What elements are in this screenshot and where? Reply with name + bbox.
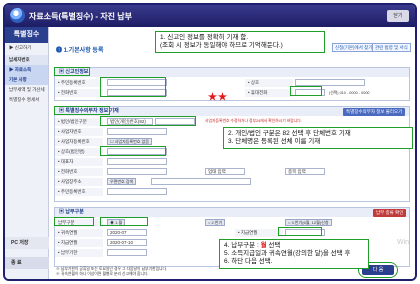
payment-type-badge[interactable]: 납부 종류 확인 xyxy=(373,209,407,217)
agent-ceo-input[interactable] xyxy=(107,158,167,165)
agent-row-phone: • 전화번호 업태 입력 종목 입력 xyxy=(55,168,409,176)
reporter-section-title: ▣ 신고인정보 xyxy=(55,68,409,77)
sidebar-item-basic[interactable]: 기본 사항 xyxy=(5,75,48,85)
agent-regno-label: • 사업자등록번호 xyxy=(55,138,103,146)
payment-note-2: ※ 귀속연월이 하나 이상이면 월별로 분리 신고해야 합니다. xyxy=(56,272,149,276)
reporter-fields-highlight xyxy=(100,77,166,97)
agent-bizno-label: • 사업자번호 xyxy=(55,128,103,136)
agent-name-label: • 상호(법인명) xyxy=(55,148,103,156)
agent-name-highlight xyxy=(100,146,166,156)
payment-paid-date-input[interactable]: 2020-07-10 xyxy=(107,239,147,246)
callout-3-suffix: 선택 xyxy=(266,242,281,249)
agent-phone-label: • 전화번호 xyxy=(55,168,103,176)
close-button[interactable]: 닫기 xyxy=(387,10,409,22)
reporter-mobile-hint: (선택) 010 - 0000 - 0000 xyxy=(329,91,370,95)
reporter-mobile-label: • 휴대전화 xyxy=(245,89,293,97)
agent-business-type-input[interactable]: 업태 입력 xyxy=(205,168,245,175)
pc-save-button[interactable]: PC 저장 xyxy=(5,237,49,249)
law-button[interactable]: 관련 법령 및 서식 xyxy=(372,43,411,52)
payment-section-title: ▣ 납부구분 xyxy=(55,208,409,217)
agent-resident-input[interactable] xyxy=(107,188,167,195)
agent-resident-label: • 주민등록번호 xyxy=(55,188,103,196)
agent-bizno-input[interactable] xyxy=(107,128,167,135)
exit-button[interactable]: 종 료 xyxy=(5,257,49,269)
sidebar-item-statement[interactable]: 특별징수 명세서 xyxy=(5,95,48,105)
app-window: 자료소득(특별징수) - 자진 납부 닫기 특별징수 ▶ 신고하기 납세자번호 … xyxy=(3,3,417,281)
no-bizno-label: 사업자등록번호 없음 xyxy=(114,139,149,144)
payment-option-half[interactable]: ○ 2.반기 xyxy=(205,219,226,226)
reporter-name-input[interactable] xyxy=(295,79,365,86)
payment-due-label: • 납부기한 xyxy=(55,249,103,257)
agent-address-input[interactable] xyxy=(151,178,251,185)
callout-2-line-1: 2. 개인/법인 구분은 82 선택 후 단체번호 기재 xyxy=(228,130,351,137)
callout-step-2-3: 2. 개인/법인 구분은 82 선택 후 단체번호 기재 3. 단체명은 등록된… xyxy=(223,127,413,149)
window-title: 자료소득(특별징수) - 자진 납부 xyxy=(29,12,132,21)
payment-option-half-apply-label: 3.반기(6월, 12월)신청 xyxy=(291,220,329,225)
agent-row-resident: • 주민등록번호 xyxy=(55,188,409,196)
title-bar: 자료소득(특별징수) - 자진 납부 닫기 xyxy=(5,5,415,27)
zip-search-button[interactable]: 우편번호 검색 xyxy=(107,178,137,185)
reporter-mobile-highlight xyxy=(290,86,322,96)
agent-row-ceo: • 대표자 xyxy=(55,158,409,166)
load-agent-button[interactable]: 특별징수의무자 정보 불러오기 xyxy=(343,108,406,116)
watermark-text: Win xyxy=(397,239,410,246)
sidebar-item-taxpayer[interactable]: 납세자번호 xyxy=(5,55,48,65)
callout-3-line-2: 5. 소득지급일과 귀속연월(강의한 달)을 선택 후 xyxy=(224,250,351,257)
agent-phone-input[interactable] xyxy=(107,168,167,175)
agent-type-highlight xyxy=(100,116,196,126)
reporter-phone-label: • 전화번호 xyxy=(55,89,103,97)
callout-3-prefix: 4. 납부구분 : xyxy=(224,242,261,249)
withholding-title-highlight xyxy=(54,106,110,115)
callout-2-line-2: 3. 단체명은 등록된 선체 이름 기재 xyxy=(228,138,321,145)
payment-due-input[interactable] xyxy=(107,249,147,256)
payment-option-half-label: 2.반기 xyxy=(211,220,223,225)
sidebar: 특별징수 ▶ 신고하기 납세자번호 ▶ 자료소득 기본 사항 납부세액 및 가산… xyxy=(5,27,49,279)
reporter-name-label: • 상호 xyxy=(245,79,293,87)
sidebar-item-tax[interactable]: 납부세액 및 가산세 xyxy=(5,85,48,95)
reporter-id-label: • 주민등록번호 xyxy=(55,79,103,87)
agent-row-address: • 사업장주소 우편번호 검색 xyxy=(55,178,409,186)
agent-type-label: • 법인/법인구분 xyxy=(55,118,103,126)
payment-period-label: • 귀속연월 xyxy=(55,229,103,237)
step-label: ❶ 1.기본사항 등록 xyxy=(56,48,104,54)
sidebar-item-report[interactable]: ▶ 신고하기 xyxy=(5,43,48,53)
exit-label: 종 료 xyxy=(11,260,22,266)
callout-step-4-6: 4. 납부구분 : 월 선택 5. 소득지급일과 귀속연월(강의한 달)을 선택… xyxy=(219,239,369,269)
callout-1-line-2: (조회 시 정보가 동일해야 하므로 기억해둔다.) xyxy=(160,42,283,49)
agent-warning-note: 사업자등록번호 수정하거나 정부24에서 확인하시기 바랍니다. xyxy=(205,119,302,123)
agent-ceo-label: • 대표자 xyxy=(55,158,103,166)
app-logo-icon xyxy=(10,8,25,23)
no-bizno-checkbox[interactable]: ☐ 사업자등록번호 없음 xyxy=(107,138,152,145)
payment-month-highlight xyxy=(100,217,148,226)
callout-3-line-3: 6. 하단 다음 선택. xyxy=(224,258,273,265)
callout-3-line-1: 4. 납부구분 : 월 선택 xyxy=(224,242,364,250)
payment-row-period: • 귀속연월 2020-07 • 지급연월 xyxy=(55,229,409,237)
pc-save-label: PC 저장 xyxy=(11,240,29,246)
find-button[interactable]: 신청(기본)에서 찾기 xyxy=(332,43,376,52)
sidebar-heading: 특별징수 xyxy=(5,27,48,43)
agent-business-item-input[interactable]: 종목 입력 xyxy=(285,168,325,175)
attention-stars: ★★ xyxy=(208,92,228,103)
payment-type-highlight xyxy=(54,217,94,226)
payment-paid-highlight xyxy=(278,227,322,236)
payment-period-input[interactable]: 2020-07 xyxy=(107,229,147,236)
reporter-title-highlight xyxy=(54,67,90,76)
payment-paid-date-label: • 지급연월 xyxy=(55,239,103,247)
payment-option-half-apply[interactable]: ○ 3.반기(6월, 12월)신청 xyxy=(285,219,332,226)
callout-step-1: 1. 신고인 정보를 정확히 기재 함. (조회 시 정보가 동일해야 하므로 … xyxy=(155,31,325,53)
payment-paid-label: • 지급연월 xyxy=(235,229,283,237)
callout-1-line-1: 1. 신고인 정보를 정확히 기재 함. xyxy=(160,34,249,41)
sidebar-item-income[interactable]: ▶ 자료소득 xyxy=(5,65,48,75)
agent-address-label: • 사업장주소 xyxy=(55,178,103,186)
